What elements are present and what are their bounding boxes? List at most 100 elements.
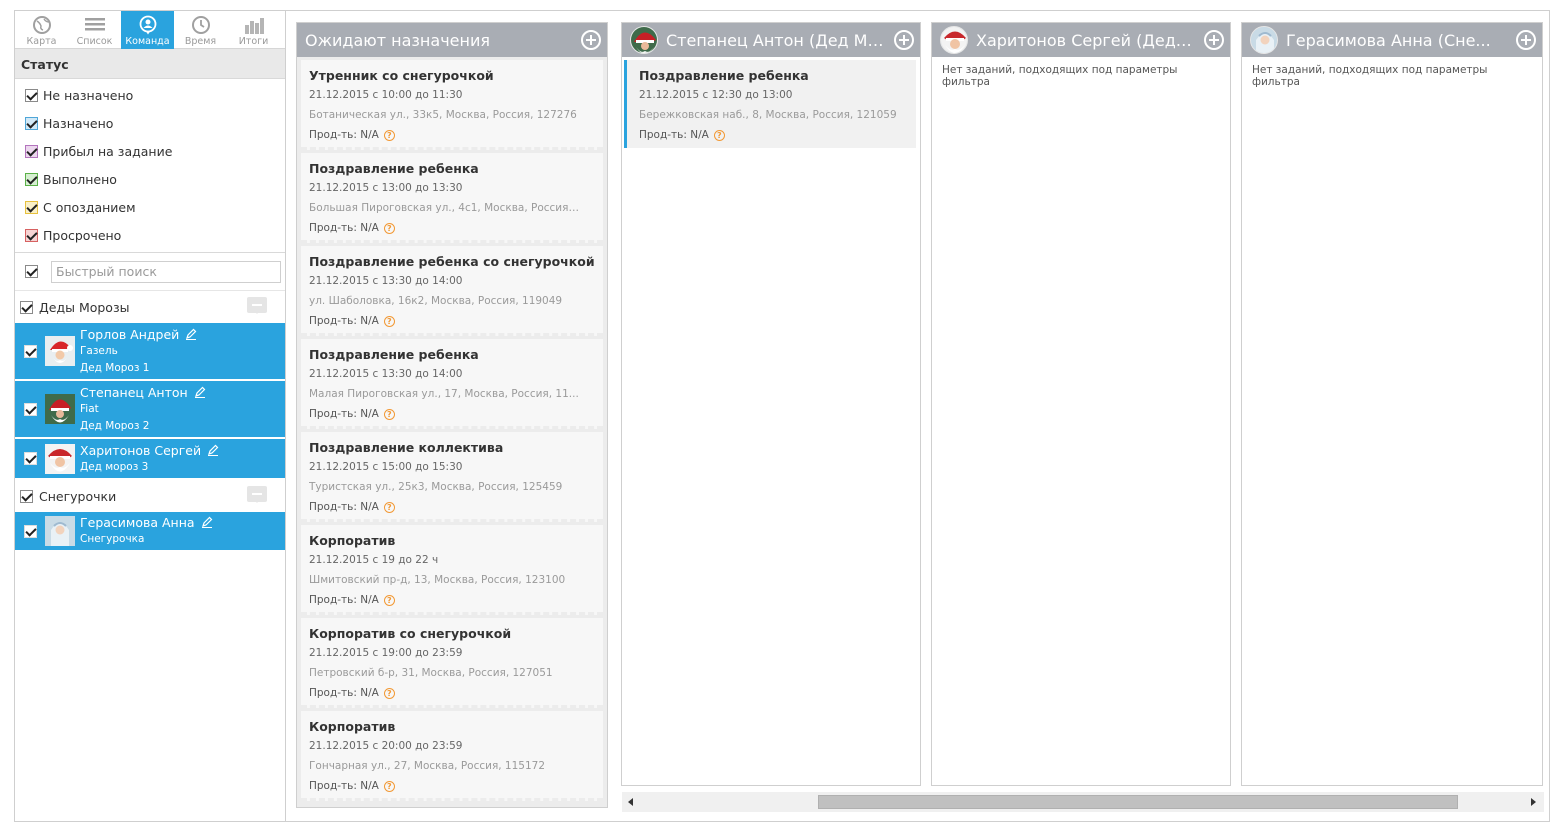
status-late[interactable]: С опозданием	[15, 193, 285, 221]
member-item[interactable]: Харитонов Сергей Дед мороз 3	[15, 439, 285, 480]
member-item[interactable]: Степанец Антон Fiat Дед Мороз 2	[15, 381, 285, 439]
select-all-checkbox[interactable]	[25, 265, 38, 278]
member-checkbox[interactable]	[24, 452, 37, 465]
task-card[interactable]: Поздравление ребенка 21.12.2015 с 13:00 …	[301, 153, 603, 243]
task-time: 21.12.2015 с 13:00 до 13:30	[309, 182, 463, 194]
status-checkbox[interactable]	[25, 172, 38, 186]
task-card[interactable]: Поздравление ребенка 21.12.2015 с 12:30 …	[624, 60, 916, 148]
status-checkbox[interactable]	[25, 200, 38, 214]
avatar	[45, 336, 75, 366]
group-checkbox[interactable]	[20, 489, 33, 503]
status-checkbox[interactable]	[25, 88, 38, 102]
member-item[interactable]: Герасимова Анна Снегурочка	[15, 512, 285, 552]
status-assigned[interactable]: Назначено	[15, 109, 285, 137]
edit-pencil-icon[interactable]	[207, 444, 219, 456]
status-arrived[interactable]: Прибыл на задание	[15, 137, 285, 165]
status-label: С опозданием	[43, 199, 136, 215]
task-card[interactable]: Поздравление ребенка со снегурочкой 21.1…	[301, 246, 603, 336]
column-title: Степанец Антон (Дед Мороз ...	[666, 30, 886, 50]
tab-map[interactable]: Карта	[15, 11, 68, 49]
column-header: Харитонов Сергей (Дед мор...	[932, 23, 1230, 57]
avatar	[45, 394, 75, 424]
task-card[interactable]: Утренник со снегурочкой 21.12.2015 с 10:…	[301, 60, 603, 150]
help-icon[interactable]: ?	[383, 687, 395, 699]
help-icon[interactable]: ?	[383, 222, 395, 234]
globe-icon	[32, 16, 51, 34]
add-task-icon[interactable]	[894, 30, 914, 50]
app-window: Карта Список Команда Время Итоги Статус …	[14, 10, 1550, 822]
help-icon[interactable]: ?	[713, 129, 725, 141]
task-card[interactable]: Корпоратив со снегурочкой 21.12.2015 с 1…	[301, 618, 603, 708]
member-role: Дед мороз 3	[80, 460, 149, 473]
member-checkbox[interactable]	[24, 344, 37, 358]
member-name: Герасимова Анна	[80, 515, 195, 530]
edit-pencil-icon[interactable]	[185, 328, 197, 340]
status-done[interactable]: Выполнено	[15, 165, 285, 193]
task-title: Корпоратив со снегурочкой	[309, 626, 512, 641]
member-role: Снегурочка	[80, 533, 145, 545]
help-icon[interactable]: ?	[383, 501, 395, 513]
member-role: Дед Мороз 1	[80, 361, 150, 374]
task-productivity: Прод-ть: N/A?	[309, 125, 595, 145]
member-checkbox[interactable]	[24, 402, 37, 416]
group-snegurochki[interactable]: Снегурочки	[15, 480, 285, 512]
column-header: Степанец Антон (Дед Мороз ...	[622, 23, 920, 57]
status-label: Выполнено	[43, 171, 117, 187]
task-prod-label: Прод-ть: N/A	[639, 129, 709, 141]
status-checkbox[interactable]	[25, 228, 38, 242]
member-name: Харитонов Сергей	[80, 442, 202, 458]
tab-time[interactable]: Время	[174, 11, 227, 49]
edit-pencil-icon[interactable]	[194, 386, 206, 398]
add-task-icon[interactable]	[1516, 30, 1536, 50]
worker-column: Степанец Антон (Дед Мороз ... Поздравлен…	[621, 22, 921, 786]
member-checkbox[interactable]	[24, 524, 37, 538]
task-card[interactable]: Поздравление коллектива 21.12.2015 с 15:…	[301, 432, 603, 522]
status-label: Назначено	[43, 115, 114, 131]
member-vehicle: Fiat	[80, 402, 99, 415]
task-productivity: Прод-ть: N/A?	[309, 683, 595, 703]
avatar	[630, 26, 658, 54]
scroll-left-arrow-icon[interactable]	[628, 798, 633, 806]
member-name-row: Герасимова Анна	[80, 514, 213, 531]
member-name-row: Степанец Антон	[80, 384, 206, 401]
tab-list[interactable]: Список	[68, 11, 121, 49]
add-task-icon[interactable]	[581, 30, 601, 50]
task-address: Малая Пироговская ул., 17, Москва, Росси…	[309, 388, 579, 400]
tab-team[interactable]: Команда	[121, 11, 174, 49]
help-icon[interactable]: ?	[383, 129, 395, 141]
status-header: Статус	[15, 49, 285, 79]
status-filter-list: Не назначено Назначено Прибыл на задание…	[15, 79, 285, 253]
tab-totals[interactable]: Итоги	[227, 11, 280, 49]
scrollbar-thumb[interactable]	[818, 795, 1458, 809]
member-item[interactable]: Горлов Андрей Газель Дед Мороз 1	[15, 323, 285, 381]
task-card[interactable]: Поздравление ребенка 21.12.2015 с 13:30 …	[301, 339, 603, 429]
task-card[interactable]: Корпоратив 21.12.2015 с 20:00 до 23:59 Г…	[301, 711, 603, 801]
status-overdue[interactable]: Просрочено	[15, 221, 285, 249]
task-list: Утренник со снегурочкой 21.12.2015 с 10:…	[297, 60, 607, 801]
task-title: Поздравление ребенка	[309, 347, 479, 362]
status-checkbox[interactable]	[25, 144, 38, 158]
task-productivity: Прод-ть: N/A?	[639, 125, 908, 145]
group-checkbox[interactable]	[20, 300, 33, 314]
help-icon[interactable]: ?	[383, 594, 395, 606]
add-task-icon[interactable]	[1204, 30, 1224, 50]
message-icon[interactable]	[247, 297, 267, 314]
help-icon[interactable]: ?	[383, 780, 395, 792]
help-icon[interactable]: ?	[383, 315, 395, 327]
task-card[interactable]: Корпоратив 21.12.2015 с 19 до 22 ч Шмито…	[301, 525, 603, 615]
group-name: Деды Морозы	[39, 299, 130, 315]
group-ded-moroz[interactable]: Деды Морозы	[15, 291, 285, 323]
status-not-assigned[interactable]: Не назначено	[15, 81, 285, 109]
edit-pencil-icon[interactable]	[201, 516, 213, 528]
task-prod-label: Прод-ть: N/A	[309, 501, 379, 513]
help-icon[interactable]: ?	[383, 408, 395, 420]
task-address: Большая Пироговская ул., 4с1, Москва, Ро…	[309, 202, 579, 214]
task-time: 21.12.2015 с 13:30 до 14:00	[309, 368, 463, 380]
clock-icon	[191, 16, 210, 34]
scroll-right-arrow-icon[interactable]	[1531, 798, 1536, 806]
horizontal-scrollbar[interactable]	[622, 792, 1544, 812]
message-icon[interactable]	[247, 486, 267, 503]
task-title: Поздравление ребенка	[639, 68, 809, 83]
quick-search-input[interactable]	[51, 260, 281, 283]
status-checkbox[interactable]	[25, 116, 38, 130]
